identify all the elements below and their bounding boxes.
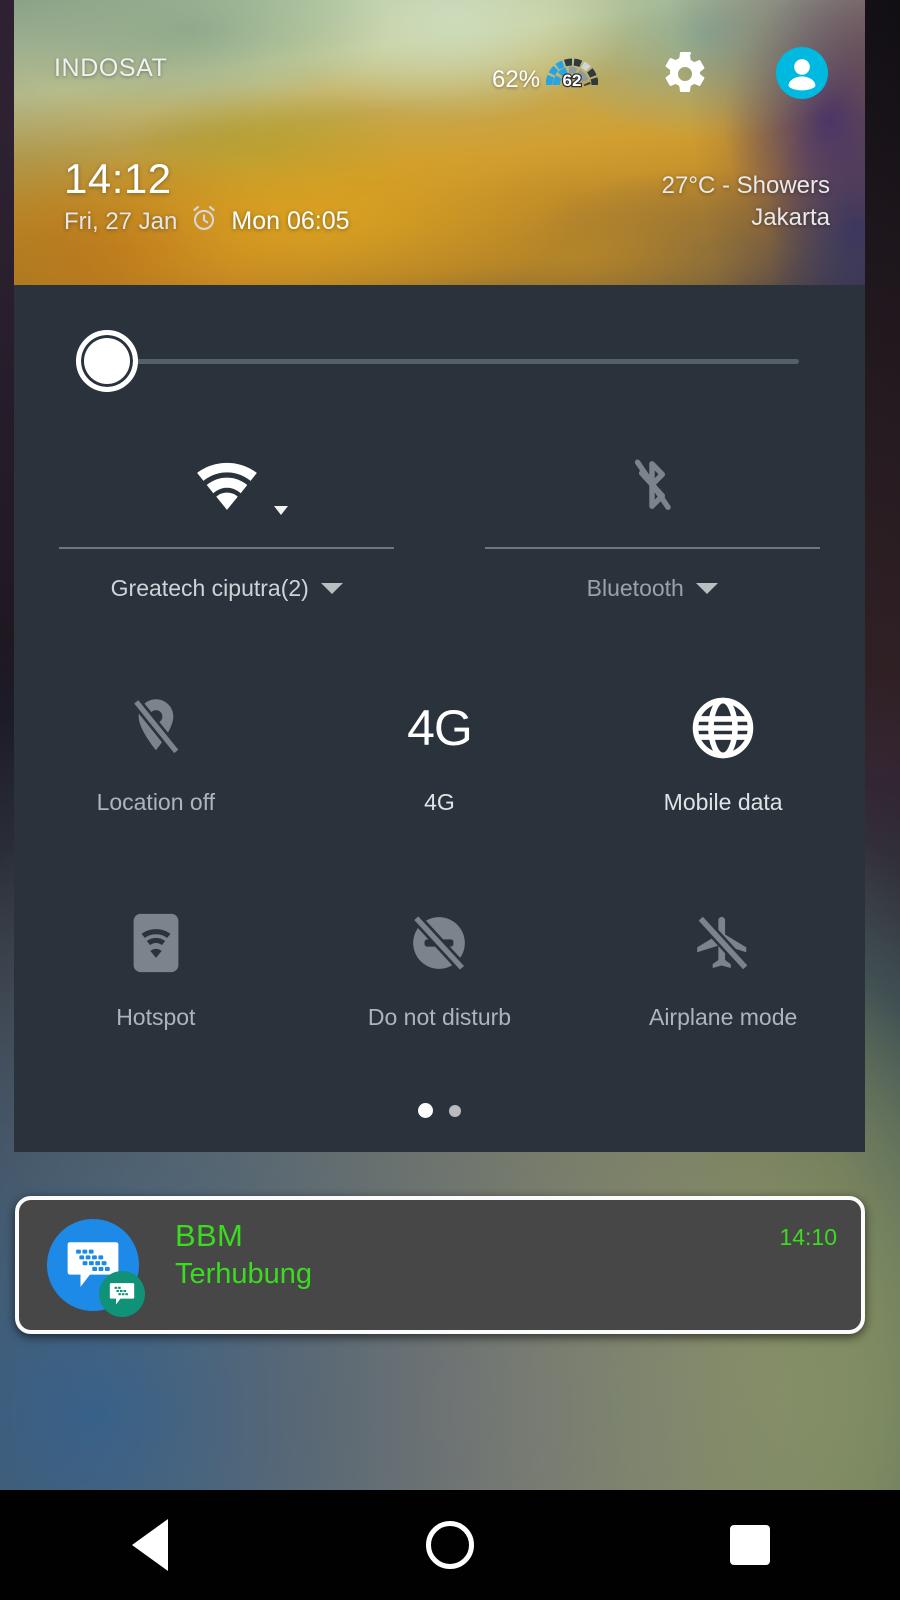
- back-button[interactable]: [95, 1490, 205, 1600]
- bluetooth-off-icon: [627, 445, 677, 525]
- tile-airplane-mode-label: Airplane mode: [648, 1004, 798, 1030]
- tile-hotspot-label: Hotspot: [116, 1004, 196, 1030]
- 4g-glyph: 4G: [407, 700, 473, 756]
- quick-settings-row-middle: Location off 4G 4G Mobile data: [14, 685, 865, 875]
- quick-settings-header: INDOSAT 62% 62 14:12 Fri, 27 Jan Mon 06:…: [14, 0, 865, 285]
- carrier-label: INDOSAT: [54, 54, 168, 82]
- tile-airplane-mode[interactable]: Airplane mode: [581, 900, 865, 1090]
- tile-divider: [59, 547, 395, 549]
- pagination-dot-inactive[interactable]: [449, 1104, 461, 1117]
- tile-wifi-label-row[interactable]: Greatech ciputra(2): [111, 575, 343, 602]
- weather-widget[interactable]: 27°C - Showers Jakarta: [662, 170, 830, 235]
- tile-mobile-data-label: Mobile data: [663, 789, 783, 815]
- recents-button[interactable]: [695, 1490, 805, 1600]
- tile-mobile-data[interactable]: Mobile data: [581, 685, 865, 875]
- alarm-clock-icon: [189, 203, 219, 240]
- quick-settings-row-top: Greatech ciputra(2) Bluetooth: [14, 445, 865, 635]
- tile-divider: [484, 547, 820, 549]
- user-avatar-icon: [776, 47, 828, 99]
- svg-text:62: 62: [563, 71, 582, 90]
- 4g-text-icon: 4G: [407, 685, 473, 771]
- settings-gear-button[interactable]: [661, 50, 709, 98]
- notification-timestamp: 14:10: [779, 1224, 837, 1250]
- weather-location: Jakarta: [751, 204, 830, 232]
- home-circle-icon: [426, 1521, 474, 1569]
- recents-square-icon: [730, 1525, 770, 1565]
- phone-screen: INDOSAT 62% 62 14:12 Fri, 27 Jan Mon 06:…: [0, 0, 900, 1600]
- tile-do-not-disturb[interactable]: Do not disturb: [298, 900, 582, 1090]
- notification-title: BBM: [175, 1218, 244, 1253]
- location-off-icon: [129, 685, 183, 771]
- tile-network-mode[interactable]: 4G 4G: [298, 685, 582, 875]
- tile-bluetooth-label-row[interactable]: Bluetooth: [587, 575, 718, 602]
- tile-location[interactable]: Location off: [14, 685, 298, 875]
- gear-icon: [665, 51, 705, 92]
- user-avatar-button[interactable]: [776, 47, 828, 99]
- tile-bluetooth-label: Bluetooth: [586, 575, 684, 601]
- chevron-down-icon[interactable]: [695, 583, 718, 594]
- alarm-time-label: Mon 06:05: [231, 207, 350, 235]
- tile-network-mode-label: 4G: [424, 789, 455, 815]
- back-triangle-icon: [132, 1519, 168, 1571]
- date-and-alarm-row: Fri, 27 Jan Mon 06:05: [64, 203, 350, 240]
- notification-card[interactable]: BBM Terhubung 14:10: [15, 1196, 865, 1334]
- tile-bluetooth[interactable]: Bluetooth: [440, 445, 866, 635]
- battery-percent-label: 62%: [492, 65, 541, 93]
- airplane-mode-icon: [692, 900, 754, 986]
- tile-wifi[interactable]: Greatech ciputra(2): [14, 445, 440, 635]
- tile-hotspot[interactable]: Hotspot: [14, 900, 298, 1090]
- quick-settings-panel: Greatech ciputra(2) Bluetooth Location o…: [14, 285, 865, 1152]
- navigation-bar: [0, 1490, 900, 1600]
- quick-settings-row-bottom: Hotspot Do not disturb Airplane mode: [14, 900, 865, 1090]
- brightness-slider[interactable]: [76, 330, 802, 392]
- brightness-slider-thumb[interactable]: [76, 330, 138, 392]
- do-not-disturb-off-icon: [408, 900, 470, 986]
- date-label: Fri, 27 Jan: [64, 207, 178, 235]
- wifi-detail-caret-icon: [273, 506, 288, 515]
- home-button[interactable]: [395, 1490, 505, 1600]
- chevron-down-icon[interactable]: [320, 583, 343, 594]
- battery-gauge-icon: 62: [545, 55, 599, 104]
- battery-status[interactable]: 62% 62: [492, 55, 599, 104]
- notification-body: Terhubung: [175, 1258, 313, 1290]
- hotspot-icon: [132, 900, 180, 986]
- pagination-dot-active[interactable]: [418, 1103, 433, 1118]
- brightness-slider-track[interactable]: [134, 359, 799, 364]
- notification-app-icon: [47, 1219, 145, 1317]
- lockscreen-clock: 14:12: [64, 155, 172, 202]
- notification-content: BBM Terhubung 14:10: [19, 1200, 861, 1330]
- wifi-icon: [194, 445, 288, 525]
- quick-settings-pagination: [14, 1103, 865, 1118]
- tile-wifi-label: Greatech ciputra(2): [110, 575, 309, 601]
- bbm-badge-icon: [99, 1271, 145, 1317]
- globe-icon: [691, 685, 755, 771]
- tile-location-label: Location off: [96, 789, 216, 815]
- weather-condition: 27°C - Showers: [661, 172, 830, 199]
- tile-do-not-disturb-label: Do not disturb: [367, 1004, 512, 1030]
